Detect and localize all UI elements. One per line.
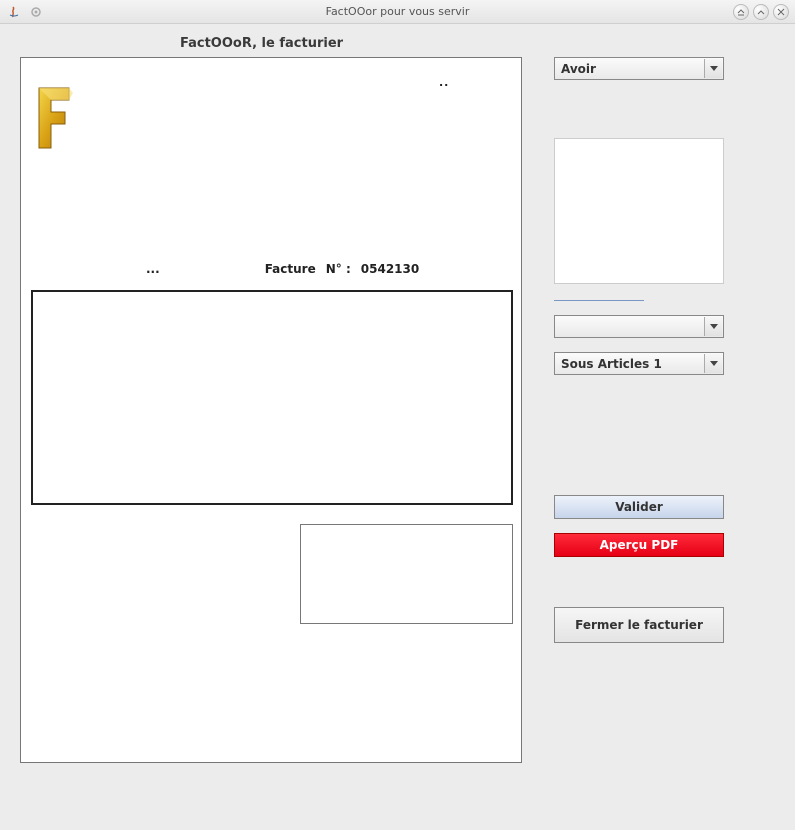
invoice-type-value: Avoir [561, 62, 596, 76]
close-invoicer-button[interactable]: Fermer le facturier [554, 607, 724, 643]
window-title: FactOOor pour vous servir [326, 5, 470, 18]
preview-pdf-label: Aperçu PDF [600, 538, 679, 552]
validate-button[interactable]: Valider [554, 495, 724, 519]
maximize-button[interactable] [753, 4, 769, 20]
app-content: FactOOoR, le facturier [0, 24, 795, 830]
controls-panel: Avoir Sous Articles 1 Valider Aperçu PDF [554, 57, 724, 763]
minimize-button[interactable] [733, 4, 749, 20]
subarticle-value: Sous Articles 1 [561, 357, 662, 371]
chevron-down-icon [704, 59, 722, 78]
mini-preview-panel [554, 138, 724, 284]
invoice-number-line: ... Facture N° : 0542130 [146, 262, 506, 276]
facture-label: Facture [265, 262, 316, 276]
gear-icon [28, 4, 44, 20]
close-invoicer-label: Fermer le facturier [575, 618, 703, 632]
header-dots: .. [439, 76, 449, 89]
numero-value: 0542130 [361, 262, 419, 276]
chevron-down-icon [704, 354, 722, 373]
invoice-preview-panel: .. ... Facture N° : 0542130 [20, 57, 522, 763]
logo-f-icon [35, 84, 75, 152]
link-underline[interactable] [554, 300, 644, 301]
invoice-type-select[interactable]: Avoir [554, 57, 724, 80]
preview-pdf-button[interactable]: Aperçu PDF [554, 533, 724, 557]
numero-label: N° : [326, 262, 351, 276]
validate-label: Valider [615, 500, 663, 514]
java-icon [6, 4, 22, 20]
app-subtitle: FactOOoR, le facturier [180, 36, 775, 51]
subarticle-select[interactable]: Sous Articles 1 [554, 352, 724, 375]
category-select[interactable] [554, 315, 724, 338]
client-dots: ... [146, 262, 160, 276]
invoice-items-box [31, 290, 513, 505]
invoice-totals-box [300, 524, 513, 624]
chevron-down-icon [704, 317, 722, 336]
titlebar: FactOOor pour vous servir [0, 0, 795, 24]
close-button[interactable] [773, 4, 789, 20]
